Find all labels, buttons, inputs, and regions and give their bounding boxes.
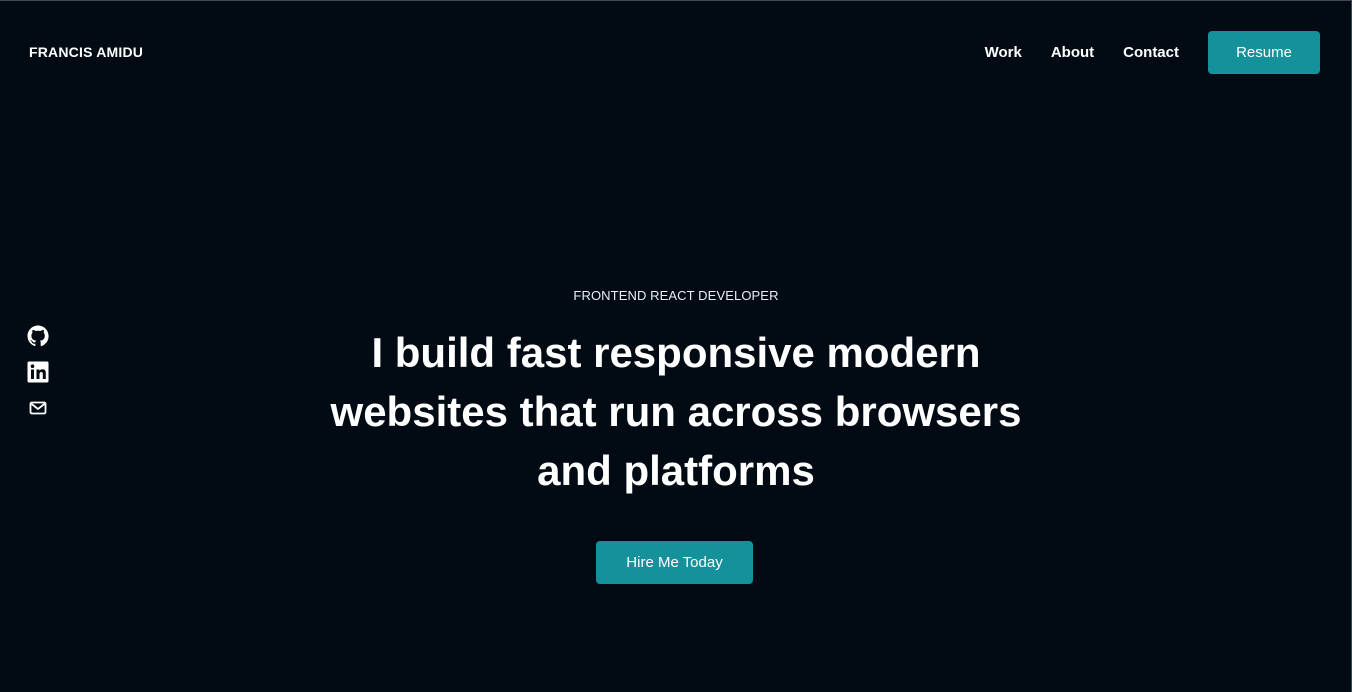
linkedin-link[interactable] — [26, 360, 50, 384]
nav-work-link[interactable]: Work — [985, 44, 1022, 61]
resume-button[interactable]: Resume — [1208, 31, 1320, 74]
mail-link[interactable] — [26, 396, 50, 420]
mail-icon — [29, 401, 47, 415]
github-icon — [27, 325, 49, 347]
hire-me-button[interactable]: Hire Me Today — [596, 541, 753, 584]
linkedin-icon — [27, 361, 49, 383]
page: FRANCIS AMIDU Work About Contact Resume — [0, 0, 1352, 692]
nav-about-link[interactable]: About — [1051, 44, 1094, 61]
github-link[interactable] — [26, 324, 50, 348]
hero-kicker: FRONTEND REACT DEVELOPER — [573, 288, 779, 303]
nav-contact-link[interactable]: Contact — [1123, 44, 1179, 61]
brand-logo[interactable]: FRANCIS AMIDU — [29, 44, 143, 60]
social-links — [26, 324, 50, 432]
hero-headline: I build fast responsive modern websites … — [330, 329, 1022, 494]
main-nav: Work About Contact Resume — [985, 31, 1320, 74]
